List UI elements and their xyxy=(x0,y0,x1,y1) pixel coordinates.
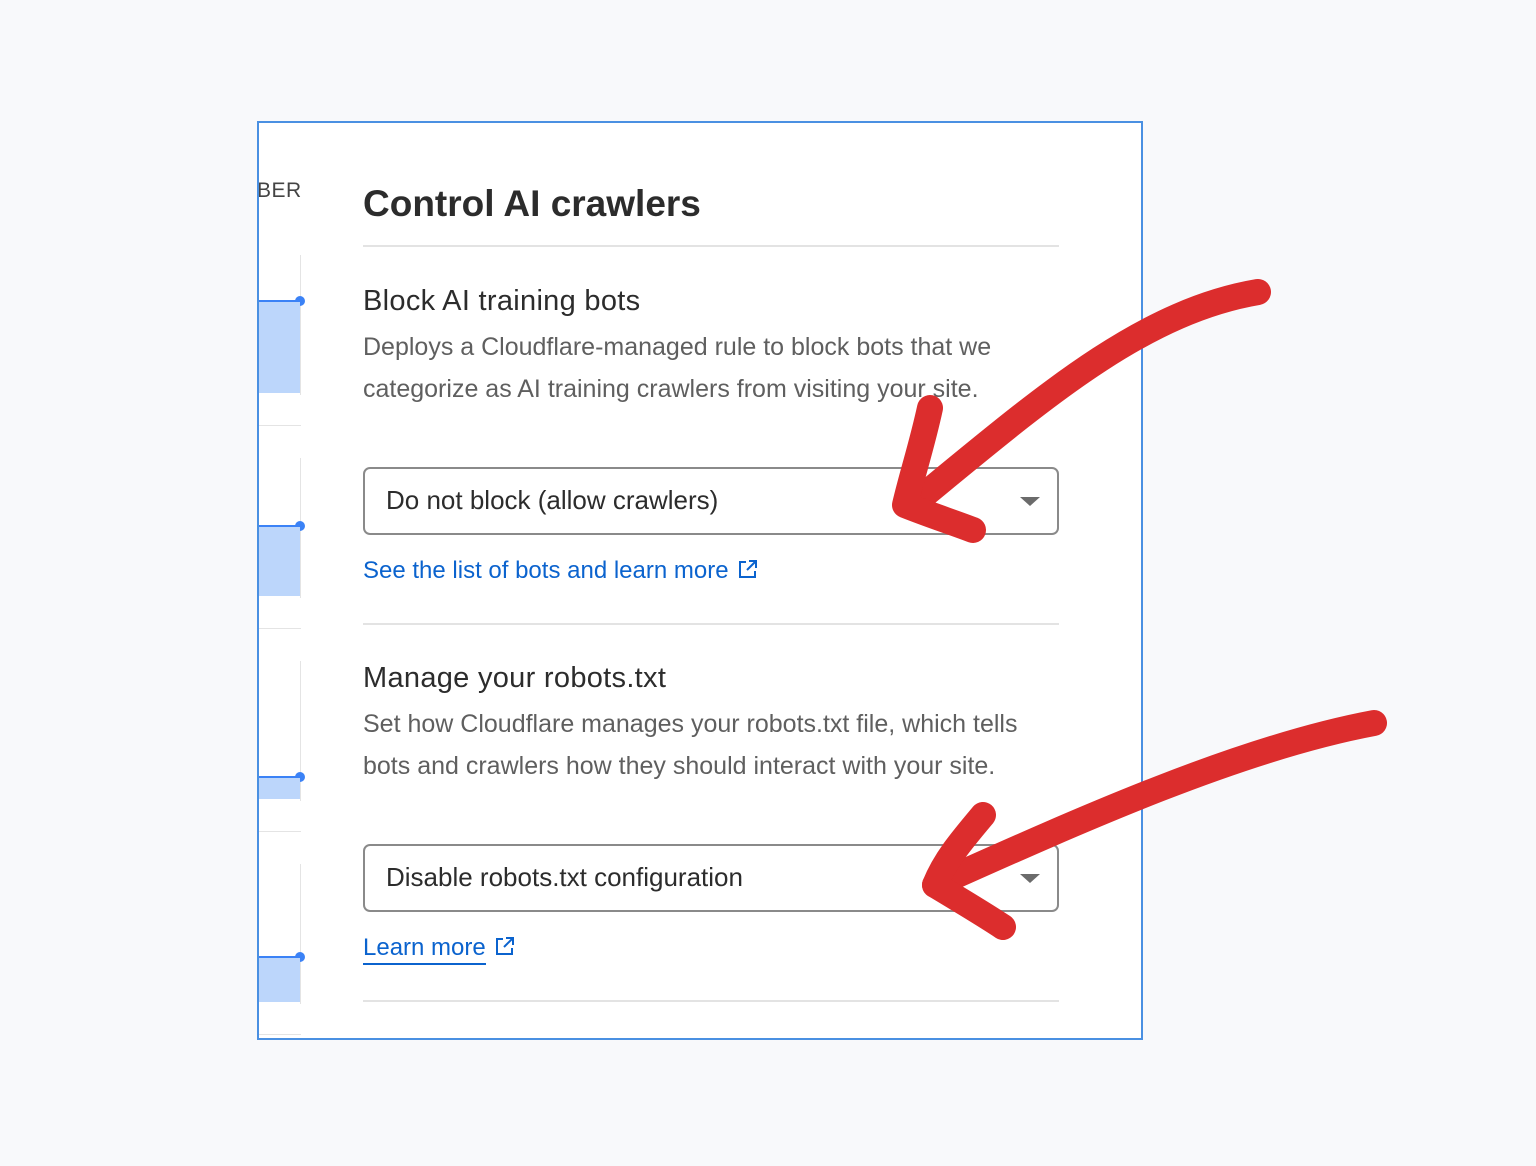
sidebar-divider xyxy=(300,255,301,395)
robots-learn-more-text: Learn more xyxy=(363,934,486,965)
robots-select-value: Disable robots.txt configuration xyxy=(386,862,743,892)
sparkline-fill xyxy=(259,527,300,596)
divider xyxy=(363,1000,1059,1002)
block-bots-select-value: Do not block (allow crawlers) xyxy=(386,485,719,515)
robots-title: Manage your robots.txt xyxy=(363,662,667,694)
sidebar-divider xyxy=(259,425,301,426)
panel-title: Control AI crawlers xyxy=(363,183,701,224)
chevron-down-icon xyxy=(1020,497,1040,506)
block-bots-select[interactable]: Do not block (allow crawlers) xyxy=(363,467,1059,535)
robots-description: Set how Cloudflare manages your robots.t… xyxy=(363,710,1018,780)
sidebar-truncated-label: BER xyxy=(257,179,302,202)
external-link-icon xyxy=(738,560,757,578)
bots-list-link[interactable]: See the list of bots and learn more xyxy=(363,557,758,585)
chevron-down-icon xyxy=(1020,874,1040,883)
block-bots-description: Deploys a Cloudflare-managed rule to blo… xyxy=(363,333,992,403)
robots-select[interactable]: Disable robots.txt configuration xyxy=(363,844,1059,912)
sparkline-fill xyxy=(259,778,300,799)
sidebar-divider xyxy=(259,1034,301,1035)
sidebar-divider xyxy=(300,864,301,1004)
robots-learn-more-link[interactable]: Learn more xyxy=(363,934,515,965)
block-bots-title: Block AI training bots xyxy=(363,285,641,317)
divider xyxy=(363,245,1059,247)
sidebar-divider xyxy=(259,628,301,629)
bots-list-link-text: See the list of bots and learn more xyxy=(363,557,729,584)
screenshot-frame: BER Control AI crawlers Block AI trainin… xyxy=(257,121,1143,1040)
sparkline-fill xyxy=(259,302,300,393)
sidebar-divider xyxy=(259,831,301,832)
divider xyxy=(363,623,1059,625)
sparkline-fill xyxy=(259,958,300,1002)
external-link-icon xyxy=(495,937,514,955)
